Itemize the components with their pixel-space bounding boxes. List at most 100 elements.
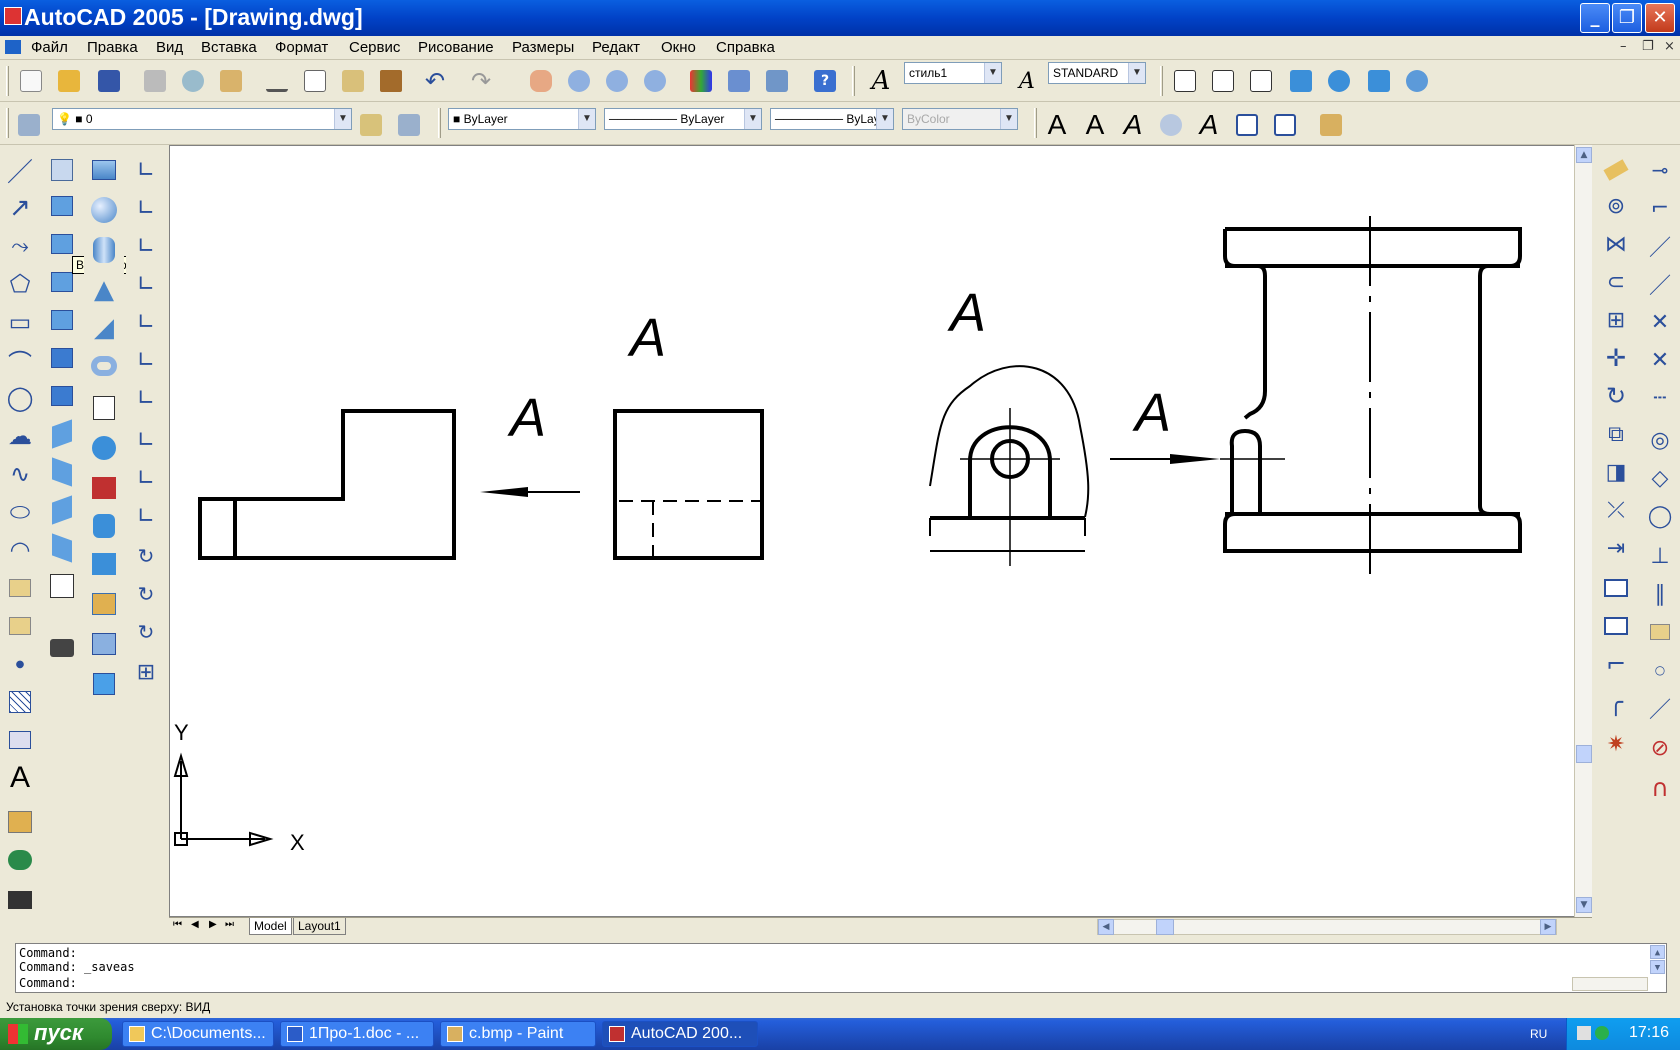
color-select[interactable]: ■ ByLayer ▼	[448, 108, 596, 130]
toolbar-grip[interactable]	[1034, 108, 1037, 138]
torus-icon[interactable]	[89, 351, 119, 381]
menu-file[interactable]: Файл	[31, 39, 68, 56]
move-icon[interactable]: ✛	[1601, 343, 1631, 373]
properties-icon[interactable]	[686, 66, 716, 96]
plot-preview-icon[interactable]	[178, 66, 208, 96]
erase-icon[interactable]	[1601, 155, 1631, 185]
vertical-scrollbar[interactable]: ▲ ▼	[1574, 145, 1592, 917]
snap-midpoint-icon[interactable]: ／	[1645, 269, 1675, 299]
menu-help[interactable]: Справка	[716, 39, 775, 56]
scroll-left-arrow[interactable]: ◀	[1098, 919, 1114, 935]
multiline-text-icon[interactable]: A	[1042, 109, 1072, 140]
menu-insert[interactable]: Вставка	[201, 39, 257, 56]
view-wedge-icon[interactable]	[1170, 66, 1200, 96]
cmd-scroll-up-arrow[interactable]: ▲	[1650, 945, 1665, 959]
wedge-icon[interactable]: ◢	[89, 313, 119, 343]
taskbar-paint[interactable]: c.bmp - Paint	[440, 1021, 596, 1047]
antivirus-icon[interactable]	[1595, 1026, 1609, 1040]
scale-text-icon[interactable]	[1232, 110, 1262, 140]
cut-icon[interactable]	[262, 66, 292, 96]
z-axis-rotate-ucs-icon[interactable]: ↻	[131, 617, 161, 647]
ne-iso-view-icon[interactable]	[47, 495, 77, 525]
point-icon[interactable]: ●	[5, 649, 35, 679]
cone-icon[interactable]: ▲	[89, 275, 119, 305]
snap-quadrant-icon[interactable]: ◇	[1645, 463, 1675, 493]
toolbar-grip[interactable]	[438, 108, 441, 138]
snap-center-icon[interactable]: ◎	[1645, 425, 1675, 455]
first-tab-arrow-icon[interactable]: ⏮	[173, 919, 182, 930]
hscroll-thumb[interactable]	[1156, 919, 1174, 935]
save-icon[interactable]	[94, 66, 124, 96]
snap-none-icon[interactable]: ⊘	[1645, 733, 1675, 763]
start-button[interactable]: пуск	[0, 1018, 112, 1050]
scroll-down-arrow[interactable]: ▼	[1576, 897, 1592, 913]
teapot-icon[interactable]	[5, 845, 35, 875]
nw-iso-view-icon[interactable]	[47, 533, 77, 563]
next-tab-arrow-icon[interactable]: ▶	[209, 919, 217, 930]
clock[interactable]: 17:16	[1629, 1024, 1669, 1042]
single-line-text-icon[interactable]: A	[1080, 109, 1110, 140]
publish-icon[interactable]	[216, 66, 246, 96]
tool-palettes-icon[interactable]	[762, 66, 792, 96]
prev-tab-arrow-icon[interactable]: ◀	[191, 919, 199, 930]
snap-perpendicular-icon[interactable]: ⊥	[1645, 541, 1675, 571]
dimension-style-select[interactable]: STANDARD ▼	[1048, 62, 1146, 84]
command-input-line[interactable]: Command:	[19, 976, 77, 990]
shade-gouraud-icon[interactable]	[1324, 66, 1354, 96]
cylinder-icon[interactable]	[89, 235, 119, 265]
language-indicator[interactable]: RU	[1530, 1027, 1547, 1041]
drawing-canvas[interactable]: A A A A X Y	[169, 145, 1577, 917]
dimension-style-icon[interactable]: A	[1012, 66, 1042, 96]
front-view-icon[interactable]	[47, 343, 77, 373]
scroll-up-arrow[interactable]: ▲	[1576, 147, 1592, 163]
redo-icon[interactable]: ↷	[466, 66, 496, 96]
snap-tangent-icon[interactable]: ◯	[1645, 501, 1675, 531]
command-window[interactable]: Command: Command: _saveas Command: ▲ ▼	[15, 943, 1667, 993]
undo-icon[interactable]: ↶	[420, 66, 450, 96]
se-iso-view-icon[interactable]	[47, 457, 77, 487]
temporary-track-icon[interactable]: ⊸	[1645, 155, 1675, 185]
setup-profile-icon[interactable]	[89, 669, 119, 699]
ucs-icon[interactable]: ∟	[131, 155, 161, 185]
paste-icon[interactable]	[338, 66, 368, 96]
document-icon[interactable]	[5, 40, 21, 54]
make-layer-current-icon[interactable]	[356, 110, 386, 140]
view-3dwire-icon[interactable]	[1208, 66, 1238, 96]
line-icon[interactable]: ／	[5, 155, 35, 188]
box-icon[interactable]	[89, 155, 119, 185]
mdi-close-button[interactable]: ×	[1664, 39, 1675, 54]
explode-icon[interactable]: ✷	[1601, 729, 1631, 759]
taskbar-word[interactable]: 1Про-1.doc - ...	[280, 1021, 434, 1047]
region-icon[interactable]	[5, 725, 35, 755]
network-icon[interactable]	[1577, 1026, 1591, 1040]
arc-icon[interactable]: ⌒	[5, 345, 35, 377]
match-properties-icon[interactable]	[376, 66, 406, 96]
snap-node-icon[interactable]: ○	[1645, 655, 1675, 685]
ellipse-icon[interactable]: ⬭	[5, 497, 35, 527]
snap-extension-icon[interactable]: ┄	[1645, 383, 1675, 413]
menu-view[interactable]: Вид	[156, 39, 183, 56]
tab-model[interactable]: Model	[249, 918, 292, 935]
array-icon[interactable]: ⊞	[1601, 305, 1631, 335]
3point-ucs-icon[interactable]: ∟	[131, 501, 161, 531]
cmd-hscrollbar[interactable]	[1572, 977, 1648, 991]
snap-nearest-icon[interactable]: ／	[1645, 693, 1675, 723]
snap-parallel-icon[interactable]: ∥	[1645, 579, 1675, 609]
horizontal-scrollbar[interactable]: ◀ ▶	[1097, 919, 1557, 935]
justify-text-icon[interactable]	[1270, 110, 1300, 140]
menu-dimension[interactable]: Размеры	[512, 39, 574, 56]
mirror-icon[interactable]: ⋈	[1601, 229, 1631, 259]
edit-text-icon[interactable]: A	[1118, 109, 1148, 140]
apply-ucs-icon[interactable]: ⊞	[131, 657, 161, 687]
box-3d-icon[interactable]	[5, 807, 35, 837]
mdi-minimize-button[interactable]: –	[1620, 39, 1627, 54]
extend-icon[interactable]: ⇥	[1601, 533, 1631, 563]
sw-iso-view-icon[interactable]	[47, 419, 77, 449]
insert-block-icon[interactable]	[5, 573, 35, 603]
tab-layout1[interactable]: Layout1	[293, 918, 346, 935]
snap-apparent-intersection-icon[interactable]: ✕	[1645, 345, 1675, 375]
right-view-icon[interactable]	[47, 305, 77, 335]
snap-endpoint-icon[interactable]: ／	[1645, 231, 1675, 261]
mdi-restore-button[interactable]: ❐	[1642, 39, 1654, 54]
break-icon[interactable]	[1601, 611, 1631, 641]
